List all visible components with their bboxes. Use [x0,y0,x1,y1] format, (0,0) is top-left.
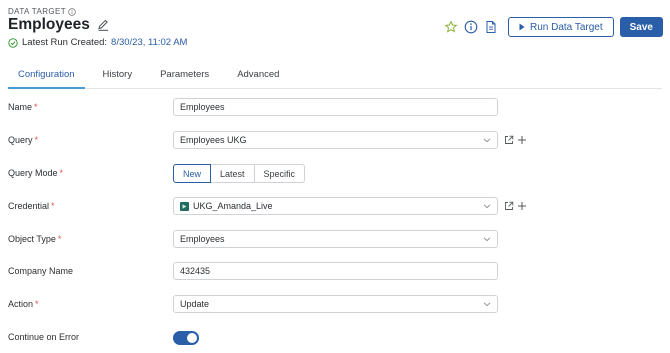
object-type-label: Object Type * [8,234,61,244]
tab-history[interactable]: History [93,66,143,89]
query-mode-segmented-control: New Latest Specific [173,164,306,183]
required-asterisk: * [35,299,39,309]
run-data-target-label: Run Data Target [530,21,603,33]
page-title: Employees [8,16,90,33]
continue-on-error-label: Continue on Error [8,332,79,342]
tab-parameters[interactable]: Parameters [150,66,219,89]
action-value: Update [180,299,210,309]
play-icon [519,23,525,31]
object-type-label-text: Object Type [8,234,56,244]
name-label: Name * [8,102,38,112]
tab-bar: Configuration History Parameters Advance… [8,66,662,89]
action-label-text: Action [8,299,34,309]
name-input[interactable]: Employees [173,98,498,116]
chevron-down-icon [483,300,491,308]
credential-value: UKG_Amanda_Live [193,201,273,211]
action-label: Action * [8,299,39,309]
check-circle-icon [8,37,18,48]
continue-on-error-label-text: Continue on Error [8,332,80,342]
required-asterisk: * [51,201,55,211]
external-link-icon[interactable] [504,135,514,145]
chevron-down-icon [483,235,491,243]
required-asterisk: * [34,102,38,112]
required-asterisk: * [57,234,62,244]
query-label: Query * [8,135,38,145]
info-icon[interactable] [68,7,76,16]
run-timestamp: 8/30/23, 11:02 AM [111,37,188,48]
name-value: Employees [180,102,225,112]
query-mode-latest[interactable]: Latest [211,164,255,183]
header-toolbar: Run Data Target Save [444,17,663,37]
company-name-label: Company Name [8,266,73,276]
save-button[interactable]: Save [619,17,663,37]
info-icon[interactable] [464,20,478,34]
title-row: Employees [8,16,110,34]
tab-advanced[interactable]: Advanced [227,66,289,89]
toggle-knob [187,333,197,343]
company-name-input[interactable]: 432435 [173,262,498,280]
required-asterisk: * [59,168,64,178]
query-mode-new[interactable]: New [173,164,212,183]
chevron-down-icon [483,202,491,210]
kicker-text: DATA TARGET [8,7,67,16]
continue-on-error-toggle[interactable] [173,331,199,345]
plus-icon[interactable] [517,201,527,211]
credential-connector-icon [180,201,189,211]
company-name-label-text: Company Name [8,266,74,276]
latest-run-status: Latest Run Created: 8/30/23, 11:02 AM [8,37,187,48]
run-label: Latest Run Created: [22,37,108,48]
name-label-text: Name [8,102,33,112]
credential-label: Credential * [8,201,55,211]
query-value: Employees UKG [180,135,247,145]
object-type-value: Employees [180,234,225,244]
company-name-value: 432435 [180,266,211,276]
query-select[interactable]: Employees UKG [173,131,498,149]
query-mode-label-text: Query Mode [8,168,58,178]
star-icon[interactable] [444,20,458,34]
query-label-text: Query [8,135,33,145]
query-mode-specific[interactable]: Specific [254,164,306,183]
credential-select[interactable]: UKG_Amanda_Live [173,197,498,215]
credential-actions [504,201,527,211]
external-link-icon[interactable] [504,201,514,211]
required-asterisk: * [34,135,39,145]
document-icon[interactable] [484,20,498,34]
chevron-down-icon [483,136,491,144]
page-kicker: DATA TARGET [8,7,76,16]
edit-pencil-icon[interactable] [96,18,110,32]
action-select[interactable]: Update [173,295,498,313]
run-data-target-button[interactable]: Run Data Target [508,17,614,37]
object-type-select[interactable]: Employees [173,230,498,248]
query-mode-label: Query Mode * [8,168,63,178]
query-actions [504,135,527,145]
tab-configuration[interactable]: Configuration [8,66,85,89]
credential-label-text: Credential [8,201,50,211]
plus-icon[interactable] [517,135,527,145]
